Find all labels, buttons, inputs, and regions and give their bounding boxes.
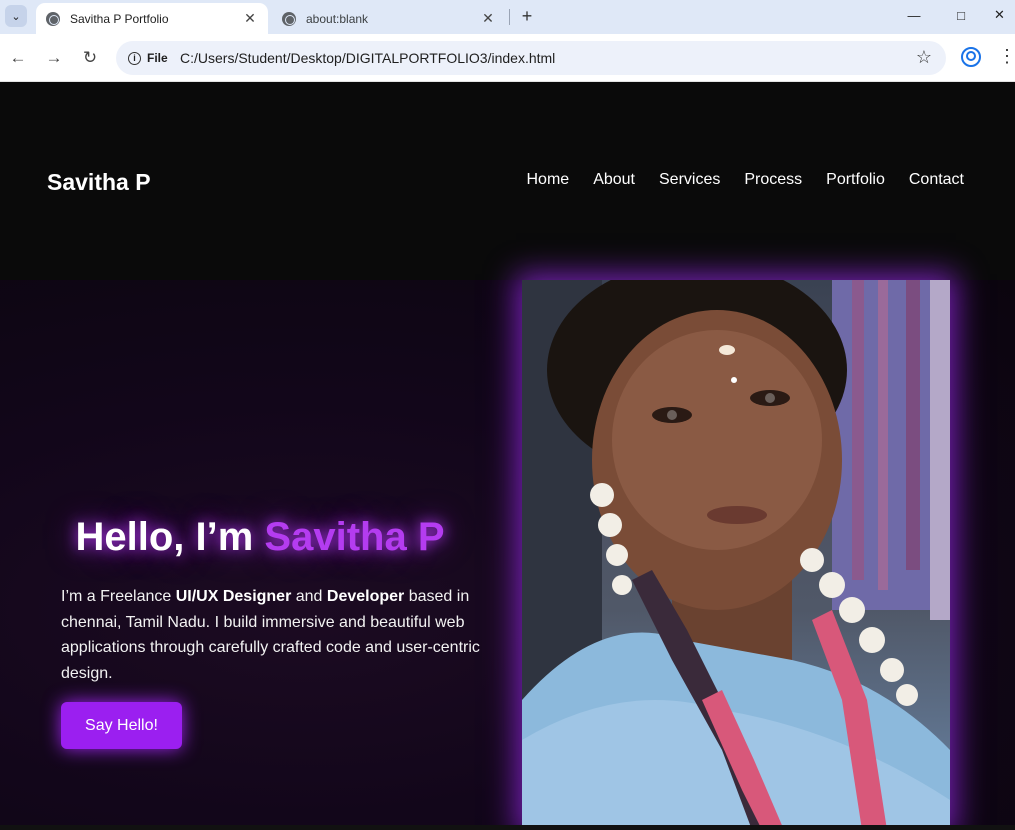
nav-about[interactable]: About <box>593 171 635 189</box>
nav-contact[interactable]: Contact <box>909 171 964 189</box>
say-hello-button[interactable]: Say Hello! <box>61 702 182 749</box>
nav-process[interactable]: Process <box>744 171 802 189</box>
intro-text: and <box>291 588 327 605</box>
tab-divider <box>509 9 510 25</box>
tab-title: Savitha P Portfolio <box>70 11 169 26</box>
info-icon: i <box>128 51 141 65</box>
site-logo[interactable]: Savitha P <box>47 169 151 196</box>
tab-savitha-portfolio[interactable]: Savitha P Portfolio ✕ <box>36 3 268 34</box>
bookmark-star-icon[interactable]: ☆ <box>916 47 932 68</box>
section-divider <box>0 825 1015 830</box>
close-window-icon[interactable]: ✕ <box>984 0 1015 30</box>
reload-icon[interactable]: ↻ <box>78 46 102 70</box>
back-arrow-icon[interactable]: ← <box>6 46 30 70</box>
maximize-icon[interactable]: □ <box>938 0 984 30</box>
hero-heading: Hello, I’m Savitha P <box>0 515 520 560</box>
nav-home[interactable]: Home <box>527 171 570 189</box>
file-label: File <box>147 51 168 65</box>
nav-services[interactable]: Services <box>659 171 720 189</box>
hero-greeting: Hello, I’m <box>75 515 265 559</box>
main-nav: Home About Services Process Portfolio Co… <box>527 171 965 189</box>
tab-title: about:blank <box>306 11 369 26</box>
tab-about-blank[interactable]: about:blank ✕ <box>272 3 506 34</box>
intro-text: I’m a Freelance <box>61 588 176 605</box>
globe-icon <box>46 11 60 26</box>
role-uiux: UI/UX Designer <box>175 588 292 605</box>
tab-search-chevron-icon[interactable]: ⌄ <box>5 5 27 27</box>
forward-arrow-icon[interactable]: → <box>42 46 66 70</box>
hero-name: Savitha P <box>264 515 445 559</box>
globe-icon <box>282 11 296 26</box>
more-menu-icon[interactable]: ⋮ <box>998 46 1015 67</box>
url-text[interactable]: C:/Users/Student/Desktop/DIGITALPORTFOLI… <box>180 50 555 66</box>
hero-intro: I’m a Freelance UI/UX Designer and Devel… <box>61 584 491 686</box>
browser-toolbar: ← → ↻ i File C:/Users/Student/Desktop/DI… <box>0 34 1015 82</box>
role-developer: Developer <box>326 588 405 605</box>
site-info-chip[interactable]: i File <box>120 45 178 71</box>
profile-icon[interactable] <box>961 47 981 67</box>
site-header: Savitha P Home About Services Process Po… <box>0 82 1015 280</box>
minimize-icon[interactable]: — <box>891 0 937 30</box>
portrait-illustration <box>522 280 950 830</box>
address-bar[interactable]: i File C:/Users/Student/Desktop/DIGITALP… <box>116 41 946 75</box>
page-viewport: Savitha P Home About Services Process Po… <box>0 82 1015 830</box>
close-tab-icon[interactable]: ✕ <box>242 10 258 27</box>
new-tab-button[interactable]: + <box>516 5 538 27</box>
nav-portfolio[interactable]: Portfolio <box>826 171 885 189</box>
hero-section: Hello, I’m Savitha P I’m a Freelance UI/… <box>0 280 1015 830</box>
close-tab-icon[interactable]: ✕ <box>480 10 496 27</box>
browser-tab-bar: ⌄ Savitha P Portfolio ✕ about:blank ✕ + … <box>0 0 1015 34</box>
profile-photo <box>522 280 950 830</box>
